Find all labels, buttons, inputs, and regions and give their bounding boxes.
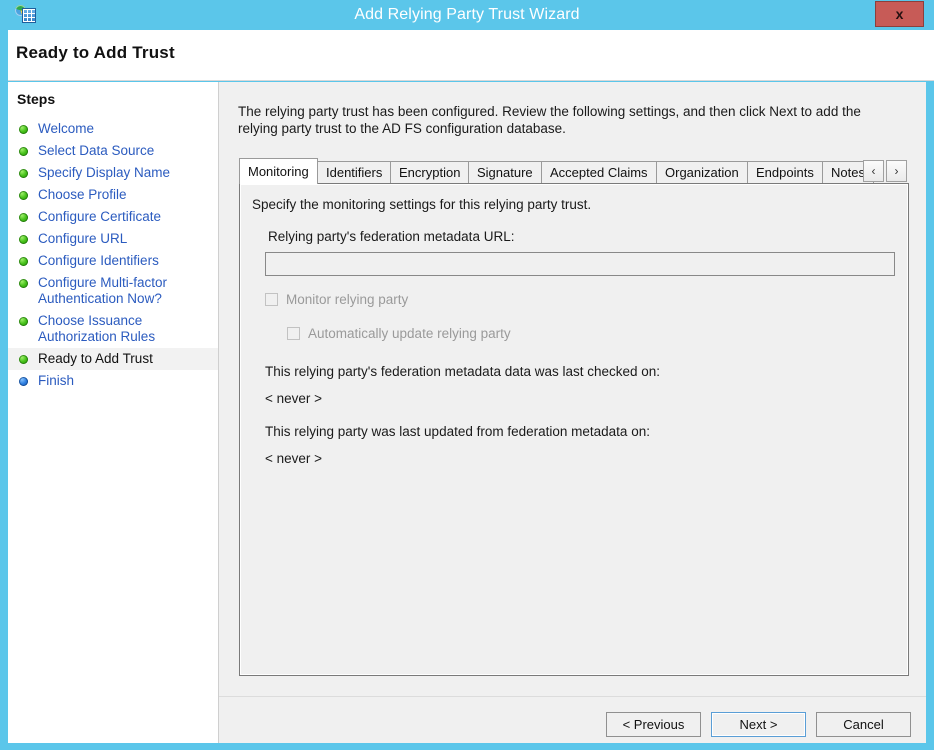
tab-scroll-left-button[interactable]: ‹	[863, 160, 884, 182]
tab-accepted-claims[interactable]: Accepted Claims	[541, 161, 657, 184]
sidebar-step-8[interactable]: Choose Issuance Authorization Rules	[8, 310, 218, 348]
sidebar-step-7[interactable]: Configure Multi-factor Authentication No…	[8, 272, 218, 310]
step-label: Finish	[38, 373, 75, 388]
steps-heading: Steps	[17, 91, 56, 107]
step-label: Choose Issuance Authorization Rules	[38, 313, 156, 344]
cancel-button[interactable]: Cancel	[816, 712, 911, 737]
step-bullet-icon	[19, 317, 28, 326]
monitor-relying-party-checkbox[interactable]	[265, 293, 278, 306]
tab-strip: Monitoring Identifiers Encryption Signature…	[239, 158, 909, 184]
sidebar-step-10[interactable]: Finish	[8, 370, 218, 392]
monitor-relying-party-label: Monitor relying party	[286, 292, 409, 307]
step-label: Configure Multi-factor Authentication No…	[38, 275, 168, 306]
tab-signature[interactable]: Signature	[468, 161, 542, 184]
title-bar: Add Relying Party Trust Wizard x	[0, 0, 934, 30]
settings-tab-control: Monitoring Identifiers Encryption Signature…	[239, 158, 909, 676]
step-label: Configure URL	[38, 231, 128, 246]
tab-identifiers[interactable]: Identifiers	[317, 161, 392, 184]
metadata-url-label: Relying party's federation metadata URL:	[268, 229, 515, 244]
step-label: Choose Profile	[38, 187, 127, 202]
sidebar-step-5[interactable]: Configure URL	[8, 228, 218, 250]
step-bullet-icon	[19, 355, 28, 364]
window-title: Add Relying Party Trust Wizard	[354, 6, 580, 23]
previous-button[interactable]: < Previous	[606, 712, 701, 737]
page-header: Ready to Add Trust	[8, 30, 934, 81]
wizard-footer: < Previous Next > Cancel	[219, 697, 926, 743]
page-title: Ready to Add Trust	[16, 43, 175, 62]
sidebar-step-0[interactable]: Welcome	[8, 118, 218, 140]
auto-update-relying-party-label: Automatically update relying party	[308, 326, 511, 341]
auto-update-relying-party-checkbox[interactable]	[287, 327, 300, 340]
next-button[interactable]: Next >	[711, 712, 806, 737]
monitoring-tab-panel: Specify the monitoring settings for this…	[239, 183, 909, 676]
step-label: Select Data Source	[38, 143, 155, 158]
step-bullet-icon	[19, 257, 28, 266]
tab-scroll-right-button[interactable]: ›	[886, 160, 907, 182]
sidebar-step-9[interactable]: Ready to Add Trust	[8, 348, 218, 370]
step-bullet-icon	[19, 377, 28, 386]
last-updated-value: < never >	[265, 451, 323, 466]
steps-sidebar: Steps Welcome Select Data Source Specify D…	[8, 82, 218, 743]
tab-organization[interactable]: Organization	[656, 161, 748, 184]
tab-endpoints[interactable]: Endpoints	[747, 161, 823, 184]
sidebar-step-2[interactable]: Specify Display Name	[8, 162, 218, 184]
intro-text: The relying party trust has been configu…	[238, 104, 861, 136]
metadata-url-input[interactable]	[265, 252, 895, 276]
step-bullet-icon	[19, 147, 28, 156]
sidebar-step-4[interactable]: Configure Certificate	[8, 206, 218, 228]
step-bullet-icon	[19, 191, 28, 200]
sidebar-step-3[interactable]: Choose Profile	[8, 184, 218, 206]
sidebar-step-6[interactable]: Configure Identifiers	[8, 250, 218, 272]
step-label: Welcome	[38, 121, 95, 136]
content-pane: The relying party trust has been configu…	[219, 82, 926, 743]
tab-encryption[interactable]: Encryption	[390, 161, 470, 184]
step-bullet-icon	[19, 169, 28, 178]
step-label: Configure Certificate	[38, 209, 162, 224]
step-label: Ready to Add Trust	[38, 351, 153, 366]
step-bullet-icon	[19, 279, 28, 288]
last-updated-label: This relying party was last updated from…	[265, 424, 650, 439]
last-checked-value: < never >	[265, 391, 323, 406]
monitoring-heading: Specify the monitoring settings for this…	[252, 197, 592, 212]
sidebar-step-1[interactable]: Select Data Source	[8, 140, 218, 162]
tab-monitoring[interactable]: Monitoring	[239, 158, 318, 184]
step-bullet-icon	[19, 125, 28, 134]
close-button[interactable]: x	[875, 1, 924, 27]
wizard-window: Add Relying Party Trust Wizard x Ready t…	[0, 0, 934, 750]
last-checked-label: This relying party's federation metadata…	[265, 364, 661, 379]
steps-list: Welcome Select Data Source Specify Display…	[8, 118, 218, 392]
step-bullet-icon	[19, 213, 28, 222]
step-label: Specify Display Name	[38, 165, 171, 180]
step-bullet-icon	[19, 235, 28, 244]
step-label: Configure Identifiers	[38, 253, 159, 268]
